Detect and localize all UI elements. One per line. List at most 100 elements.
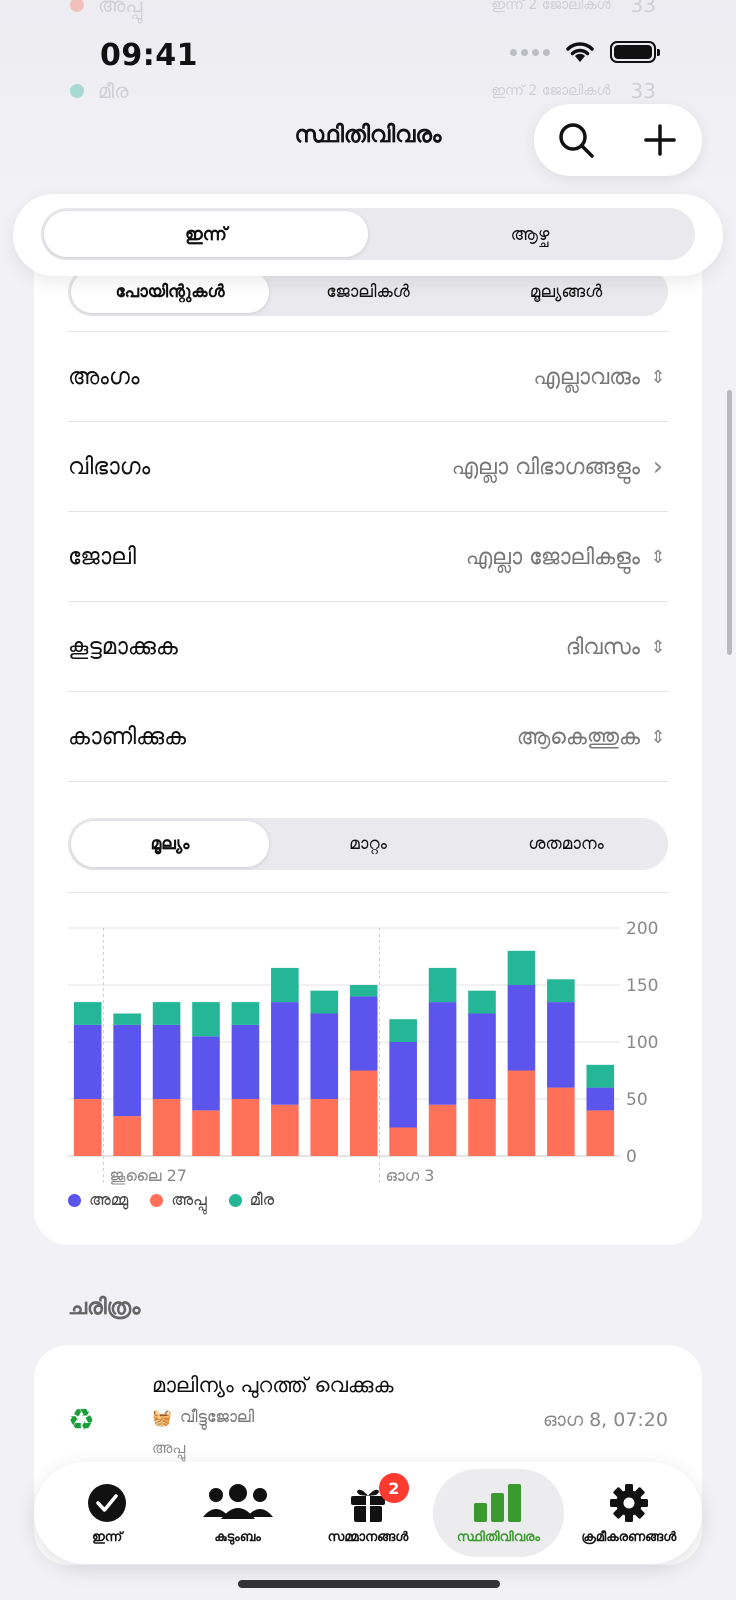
filter-row-group[interactable]: കൂട്ടമാക്കുക ദിവസം ⇕: [68, 602, 668, 692]
bar-segment: [192, 1036, 220, 1111]
bar-segment: [428, 1002, 457, 1105]
filter-row-task[interactable]: ജോലി എല്ലാ ജോലികളും ⇕: [68, 512, 668, 602]
ghost-points: 33: [630, 0, 656, 17]
y-tick-label: 0: [626, 1147, 637, 1167]
legend-swatch: [68, 1193, 81, 1207]
bar-segment: [73, 1024, 102, 1099]
bar-segment: [349, 1070, 378, 1156]
ghost-sub: ഇന്ന് 2 ജോലികൾ: [491, 0, 611, 13]
y-tick-label: 100: [626, 1033, 658, 1053]
range-tab-today[interactable]: ഇന്ന്: [44, 211, 368, 257]
bar-segment: [389, 1127, 417, 1156]
bar-segment: [192, 1110, 220, 1156]
bar-segment: [468, 1013, 496, 1099]
ghost-row: അപ്പു ഇന്ന് 2 ജോലികൾ 33: [70, 0, 656, 20]
bar-segment: [152, 1002, 181, 1025]
legend-swatch: [228, 1193, 242, 1207]
tab-bar: ഇന്ന് കുടുംബം സമ്മാനങ്ങൾ 2 സ്ഥിതിവിവരം ക…: [34, 1462, 702, 1564]
bar-segment: [428, 1104, 457, 1156]
check-circle-icon: [88, 1483, 127, 1522]
tab-label: ഇന്ന്: [92, 1529, 123, 1545]
nav-actions: [534, 104, 702, 176]
range-tab-week[interactable]: ആഴ്ച: [368, 211, 692, 257]
filter-label: കാണിക്കുക: [68, 724, 187, 750]
stats-card: പോയിന്റുകൾ ജോലികൾ മൂല്യങ്ങൾ അംഗം എല്ലാവര…: [34, 230, 702, 1245]
value-segmented-control: മൂല്യം മാറ്റം ശതമാനം: [68, 818, 668, 870]
bar-segment: [547, 1087, 575, 1156]
metric-tab-tasks[interactable]: ജോലികൾ: [269, 271, 467, 313]
add-button[interactable]: [635, 115, 685, 165]
scrollbar[interactable]: [727, 390, 732, 655]
category-label: വീട്ടുജോലി: [179, 1407, 255, 1426]
filter-label: വിഭാഗം: [68, 454, 151, 480]
ghost-sub: ഇന്ന് 2 ജോലികൾ: [491, 83, 611, 99]
bar-segment: [152, 1024, 181, 1099]
filter-row-category[interactable]: വിഭാഗം എല്ലാ വിഭാഗങ്ങളും ›: [68, 422, 668, 512]
bar-segment: [468, 1099, 496, 1156]
up-down-chevron-icon: ⇕: [650, 636, 666, 658]
bar-segment: [310, 990, 339, 1014]
up-down-chevron-icon: ⇕: [650, 546, 666, 568]
tab-statistics[interactable]: സ്ഥിതിവിവരം: [433, 1469, 564, 1557]
legend-label: അമ്മു: [89, 1190, 129, 1209]
history-item[interactable]: ♻ മാലിന്യം പുറത്ത് വെക്കുക 🧺 വീട്ടുജോലി അ…: [68, 1373, 668, 1463]
filter-label: ജോലി: [68, 544, 136, 570]
legend-item: മീര: [228, 1190, 275, 1210]
metric-tab-points[interactable]: പോയിന്റുകൾ: [71, 271, 269, 313]
gear-icon: [609, 1483, 648, 1522]
tab-settings[interactable]: ക്രമീകരണങ്ങൾ: [564, 1469, 694, 1557]
value-tab-percent[interactable]: ശതമാനം: [467, 821, 665, 867]
bar-segment: [389, 1019, 417, 1042]
ghost-name: അപ്പു: [98, 0, 143, 17]
value-tab-change[interactable]: മാറ്റം: [269, 821, 467, 867]
filter-row-display[interactable]: കാണിക്കുക ആകെത്തുക ⇕: [68, 692, 668, 782]
status-bar: 09:41: [0, 30, 736, 80]
bar-segment: [586, 1087, 615, 1111]
bar-segment: [428, 967, 457, 1003]
bar-segment: [507, 985, 536, 1071]
metric-tab-values[interactable]: മൂല്യങ്ങൾ: [467, 271, 665, 313]
bar-segment: [73, 1099, 102, 1156]
stacked-bar-chart: 0 50 100 150 200 ജൂലൈ 27 ഓഗ 3: [68, 919, 658, 1186]
history-item-member: അപ്പു: [152, 1439, 186, 1457]
divider: [68, 892, 668, 893]
bar-segment: [231, 1002, 260, 1025]
bar-segment: [310, 1099, 339, 1156]
legend-label: മീര: [249, 1190, 275, 1209]
filter-value: എല്ലാ ജോലികളും: [465, 544, 640, 570]
value-tab-value[interactable]: മൂല്യം: [71, 821, 269, 867]
ghost-dot: [70, 0, 84, 12]
history-item-name: മാലിന്യം പുറത്ത് വെക്കുക: [152, 1373, 394, 1397]
tab-rewards[interactable]: സമ്മാനങ്ങൾ 2: [303, 1469, 433, 1557]
bar-segment: [152, 1099, 181, 1156]
range-segmented-control: ഇന്ന് ആഴ്ച: [41, 208, 695, 260]
history-item-time: ഓഗ 8, 07:20: [543, 1409, 668, 1431]
divider: [68, 781, 668, 782]
search-button[interactable]: [551, 115, 601, 165]
filter-row-member[interactable]: അംഗം എല്ലാവരും ⇕: [68, 332, 668, 422]
bar-segment: [113, 1116, 141, 1156]
bar-segment: [586, 1064, 615, 1088]
filter-label: അംഗം: [68, 364, 140, 390]
ghost-row: മീര ഇന്ന് 2 ജോലികൾ 33: [70, 76, 656, 106]
bar-segment: [271, 1002, 299, 1105]
search-icon: [559, 123, 594, 158]
bar-segment: [113, 1024, 141, 1117]
tab-family[interactable]: കുടുംബം: [172, 1469, 302, 1557]
legend-item: അമ്മു: [68, 1190, 128, 1210]
tab-label: കുടുംബം: [214, 1529, 261, 1545]
ghost-dot: [70, 84, 84, 98]
status-icons: [510, 40, 660, 64]
up-down-chevron-icon: ⇕: [650, 726, 666, 748]
bar-segment: [310, 1013, 339, 1099]
filter-label: കൂട്ടമാക്കുക: [68, 634, 178, 660]
bar-segment: [507, 950, 536, 985]
filter-value: ആകെത്തുക: [516, 724, 640, 750]
bar-segment: [389, 1042, 417, 1128]
home-indicator[interactable]: [238, 1580, 500, 1588]
bar-segment: [192, 1002, 220, 1037]
ghost-points: 33: [630, 79, 656, 103]
tab-today[interactable]: ഇന്ന്: [42, 1469, 172, 1557]
recycle-icon: ♻: [68, 1403, 95, 1438]
bar-segment: [507, 1070, 536, 1156]
